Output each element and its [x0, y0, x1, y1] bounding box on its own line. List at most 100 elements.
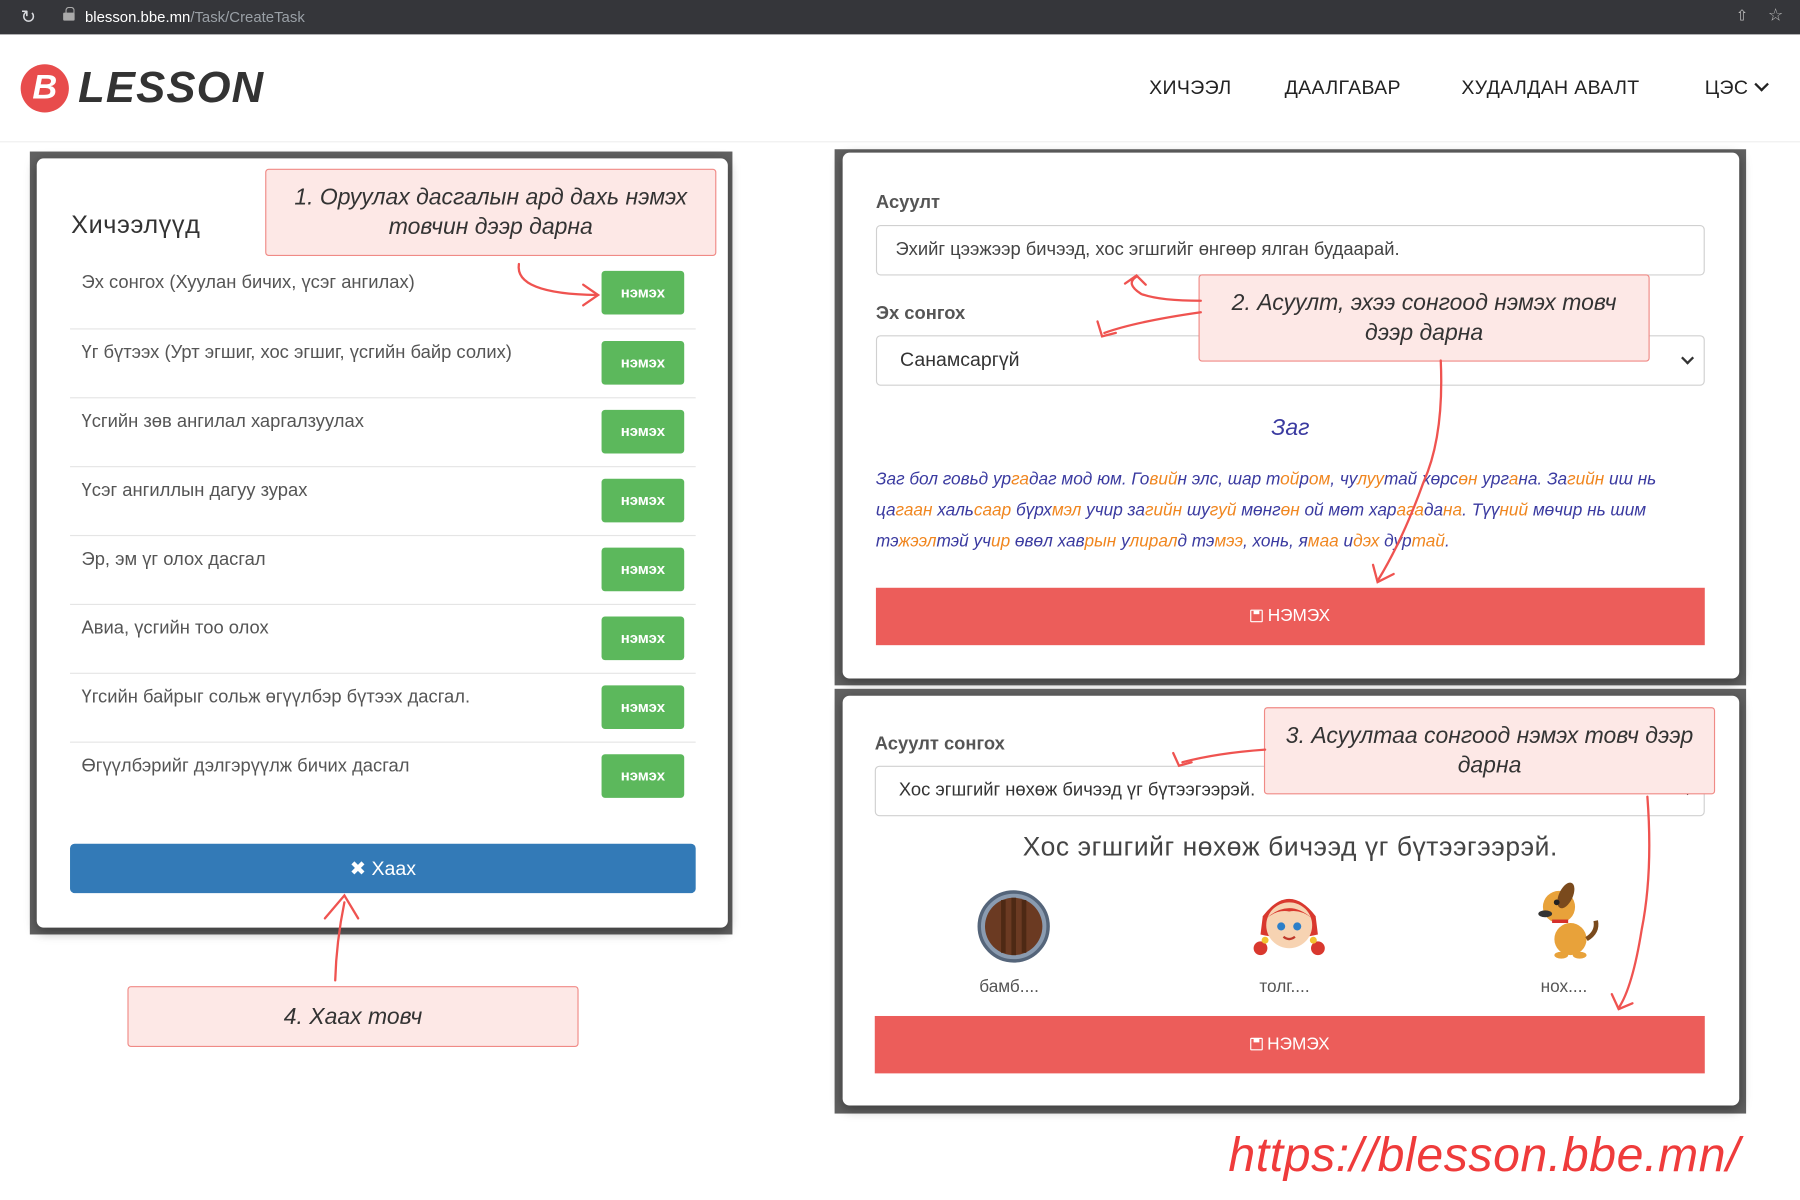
story-segment: га — [1011, 469, 1030, 490]
add-selected-question-button[interactable]: НЭМЭХ — [874, 1015, 1705, 1074]
nav-menu[interactable]: ЦЭС — [1704, 76, 1769, 100]
story-segment: өн — [1458, 469, 1478, 490]
story-segment: д тэ — [1177, 531, 1215, 552]
story-segment: лирал — [1129, 531, 1178, 552]
story-segment: а — [1508, 469, 1519, 490]
story-segment: учир за — [1081, 500, 1145, 521]
question-select-value: Хос эгшгийг нөхөж бичээд үг бүтээгээрэй. — [898, 780, 1256, 801]
save-icon — [1250, 609, 1264, 623]
picture-label: нох.... — [1540, 976, 1588, 997]
picture-label: толг.... — [1259, 976, 1310, 997]
add-lesson-button[interactable]: нэмэх — [601, 616, 685, 661]
picture-label: бамб.... — [979, 976, 1039, 997]
add-lesson-button[interactable]: нэмэх — [601, 270, 685, 315]
story-segment: бүрх — [1011, 500, 1052, 521]
lesson-row: Эр, эм үг олох дасгал нэмэх — [70, 534, 696, 604]
story-segment: ний — [1499, 500, 1529, 521]
story-title: Заг — [1271, 415, 1310, 441]
lesson-row: Авиа, үсгийн тоо олох нэмэх — [70, 603, 696, 673]
drum-icon[interactable] — [974, 886, 1054, 966]
lesson-row-label: Эх сонгох (Хуулан бичих, үсэг ангилах) — [81, 273, 415, 293]
add-lesson-button[interactable]: нэмэх — [601, 478, 685, 523]
story-segment: гуй — [1209, 500, 1237, 521]
story-segment: ом — [1308, 469, 1331, 490]
story-segment: халь — [932, 500, 974, 521]
address-bar[interactable]: blesson.bbe.mn/Task/CreateTask — [85, 8, 305, 25]
lesson-row: Өгүүлбэрийг дэлгэрүүлж бичих дасгал нэмэ… — [70, 741, 696, 811]
story-segment: Заг бол говьд ур — [875, 469, 1012, 490]
lesson-row: Эх сонгох (Хуулан бичих, үсэг ангилах) н… — [70, 259, 696, 328]
lesson-row: Үгсийн байрыг сольж өгүүлбэр бүтээх дасг… — [70, 672, 696, 742]
nav-purchases[interactable]: ХУДАЛДАН АВАЛТ — [1461, 77, 1639, 100]
add-question-label: НЭМЭХ — [1267, 606, 1331, 626]
story-segment: маа — [1307, 531, 1339, 552]
story-segment: гийн — [1144, 500, 1183, 521]
story-segment: ага — [1396, 500, 1424, 521]
story-segment: на — [1443, 500, 1463, 521]
add-question-button[interactable]: НЭМЭХ — [875, 587, 1705, 646]
screenshot-stage: ↻ blesson.bbe.mn/Task/CreateTask ⇧ ☆ B L… — [0, 0, 1800, 1200]
story-segment: ой — [1280, 469, 1300, 490]
dog-icon[interactable] — [1527, 879, 1607, 959]
lesson-row-label: Үсэг ангиллын дагуу зурах — [81, 481, 308, 501]
question-label: Асуулт — [875, 192, 941, 213]
story-segment: ург — [1477, 469, 1509, 490]
story-segment: ой мөт хар — [1299, 500, 1397, 521]
add-lesson-button[interactable]: нэмэх — [601, 409, 685, 454]
story-segment: вий — [1149, 469, 1178, 490]
story-segment: мөнг — [1236, 500, 1281, 521]
source-select-value: Санамсаргүй — [900, 348, 1020, 371]
story-segment: . Түү — [1462, 500, 1500, 521]
callout-step-4-text: 4. Хаах товч — [283, 1003, 423, 1030]
story-segment: дэх — [1353, 531, 1380, 552]
callout-step-1-text: 1. Оруулах дасгалын ард дахь нэмэх товчи… — [294, 184, 688, 240]
callout-step-2: 2. Асуулт, эхээ сонгоод нэмэх товч дээр … — [1198, 274, 1650, 362]
story-segment: на. За — [1518, 469, 1568, 490]
story-segment: тай — [1411, 531, 1445, 552]
callout-step-1: 1. Оруулах дасгалын ард дахь нэмэх товчи… — [265, 168, 717, 257]
story-segment: мээ — [1214, 531, 1243, 552]
callout-step-4: 4. Хаах товч — [127, 986, 579, 1047]
story-segment: саар — [973, 500, 1012, 521]
watermark-url: https://blesson.bbe.mn/ — [1228, 1127, 1741, 1182]
question-input[interactable]: Эхийг цээжээр бичээд, хос эгшгийг өнгөөр… — [875, 225, 1705, 276]
add-lesson-button[interactable]: нэмэх — [601, 340, 685, 385]
lesson-row-label: Өгүүлбэрийг дэлгэрүүлж бичих дасгал — [81, 756, 410, 777]
lesson-row-label: Үгсийн байрыг сольж өгүүлбэр бүтээх дасг… — [81, 687, 471, 708]
url-path: /Task/CreateTask — [190, 8, 305, 26]
add-selected-question-label: НЭМЭХ — [1267, 1034, 1330, 1054]
url-host: blesson.bbe.mn — [84, 8, 191, 26]
share-icon[interactable]: ⇧ — [1736, 7, 1749, 25]
story-text: Заг бол говьд ургадаг мод юм. Говийн элс… — [876, 464, 1705, 557]
lesson-row-label: Авиа, үсгийн тоо олох — [81, 618, 269, 639]
nav-menu-label: ЦЭС — [1704, 76, 1749, 99]
close-modal-button[interactable]: ✖ Хаах — [70, 843, 696, 894]
question-heading: Хос эгшгийг нөхөж бичээд үг бүтээгээрэй. — [1022, 831, 1558, 861]
nav-lessons[interactable]: ХИЧЭЭЛ — [1149, 77, 1231, 100]
lesson-row: Үсэг ангиллын дагуу зурах нэмэх — [70, 466, 696, 535]
story-segment: даг мод юм. Го — [1029, 469, 1150, 490]
logo-badge[interactable]: B — [20, 64, 69, 113]
chevron-down-icon — [1681, 351, 1695, 365]
story-segment: р — [1299, 469, 1309, 490]
times-icon: ✖ — [349, 857, 367, 880]
girl-head-icon[interactable] — [1249, 884, 1329, 964]
add-lesson-button[interactable]: нэмэх — [601, 754, 685, 798]
story-segment: , хонь, я — [1242, 531, 1308, 552]
lesson-row: Үг бүтээх (Урт эгшиг, хос эгшиг, үсгийн … — [70, 328, 696, 397]
story-segment: мэл — [1051, 500, 1082, 521]
chevron-down-icon — [1754, 77, 1769, 92]
story-segment: тай хөрс — [1383, 469, 1459, 490]
reload-icon[interactable]: ↻ — [21, 6, 36, 29]
story-segment: гаан — [895, 500, 933, 521]
lesson-row: Үсгийн зөв ангилал харгалзуулах нэмэх — [70, 397, 696, 466]
story-segment: н элс, шар т — [1177, 469, 1281, 490]
add-lesson-button[interactable]: нэмэх — [601, 547, 685, 592]
story-segment: луу — [1357, 469, 1384, 490]
nav-tasks[interactable]: ДААЛГАВАР — [1285, 77, 1401, 100]
bookmark-star-icon[interactable]: ☆ — [1768, 5, 1783, 26]
callout-step-2-text: 2. Асуулт, эхээ сонгоод нэмэх товч дээр … — [1231, 290, 1617, 346]
add-lesson-button[interactable]: нэмэх — [601, 685, 685, 729]
lock-icon — [63, 6, 75, 21]
logo-text[interactable]: LESSON — [78, 64, 264, 113]
